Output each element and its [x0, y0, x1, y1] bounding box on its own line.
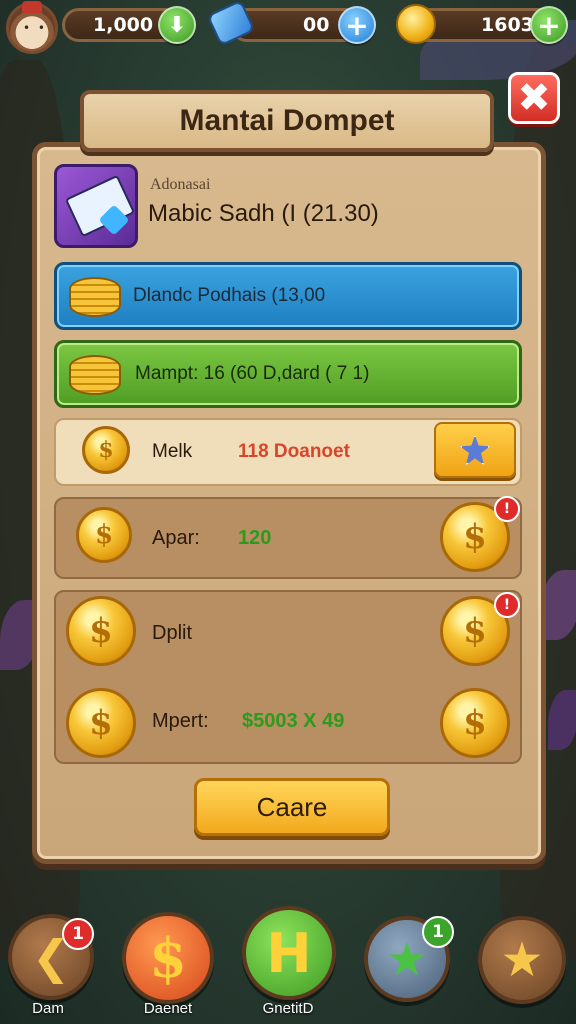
arrow-down-icon: ⬇	[167, 12, 187, 38]
energy-add-button[interactable]: ⬇	[158, 6, 196, 44]
close-icon: ✖	[517, 75, 551, 121]
row-label: Apar:	[152, 526, 200, 549]
row-text: Mampt: 16 (60 D,dard ( 7 1)	[135, 363, 370, 384]
close-button[interactable]: ✖	[508, 72, 560, 124]
nav-shop-button[interactable]: $	[122, 912, 214, 1004]
gold-coin-icon	[396, 4, 436, 44]
item-subtitle: Adonasai	[150, 176, 211, 193]
bills-and-coin-icon: $	[76, 507, 132, 563]
row-label: Dplit	[152, 622, 193, 644]
confirm-button-label: Caare	[256, 791, 328, 822]
nav-label: Daenet	[143, 1000, 193, 1017]
item-header: Adonasai Mabic Sadh (I (21.30)	[54, 162, 524, 250]
row-text: Dlandc Podhais (13,00	[133, 285, 326, 306]
nav-home-button[interactable]: H	[242, 906, 336, 1000]
plus-icon: +	[537, 8, 561, 42]
row-label: Melk	[152, 441, 193, 462]
collect-coin-button[interactable]: $	[440, 688, 510, 758]
coin-icon: $	[66, 596, 136, 666]
coin-stack-icon	[69, 277, 121, 317]
row-value: 120	[238, 526, 272, 549]
favorite-button[interactable]	[434, 422, 516, 478]
energy-value: 1,000	[93, 14, 154, 36]
nav-label: Dam	[32, 1000, 64, 1017]
alert-badge: !	[494, 592, 520, 618]
nav-badge: 1	[62, 918, 94, 950]
confirm-button[interactable]: Caare	[194, 778, 390, 836]
tickets-add-button[interactable]: +	[338, 6, 376, 44]
row-label: Mpert:	[152, 710, 209, 732]
nav-favorites-button[interactable]: ★	[478, 916, 566, 1004]
nav-badge: 1	[422, 916, 454, 948]
wallet-row-blue[interactable]: Dlandc Podhais (13,00	[54, 262, 522, 330]
tickets-value: 00	[303, 14, 330, 36]
coin-icon: $	[66, 688, 136, 758]
item-thumbnail	[54, 164, 138, 248]
wallet-row-green[interactable]: Mampt: 16 (60 D,dard ( 7 1)	[54, 340, 522, 408]
coin-pile-icon: $	[82, 426, 130, 474]
star-icon: ★	[386, 932, 428, 986]
nav-label: GnetitD	[262, 1000, 314, 1017]
star-icon	[460, 435, 490, 465]
row-value: 118 Doanoet	[238, 441, 350, 462]
player-avatar[interactable]	[6, 1, 58, 54]
h-icon: H	[266, 921, 312, 985]
item-name: Mabic Sadh (I (21.30)	[148, 200, 379, 227]
row-value: $5003 X 49	[242, 710, 345, 732]
star-icon: ★	[500, 932, 544, 988]
gold-add-button[interactable]: +	[530, 6, 568, 44]
dollar-icon: $	[149, 926, 187, 990]
dialog-title: Mantai Dompet	[80, 90, 494, 152]
plus-icon: +	[345, 8, 369, 42]
alert-badge: !	[494, 496, 520, 522]
coin-stack-icon	[69, 355, 121, 395]
dialog-title-text: Mantai Dompet	[179, 104, 395, 137]
resource-bar: 1,000 ⬇ 00 + 16030 +	[0, 0, 576, 54]
